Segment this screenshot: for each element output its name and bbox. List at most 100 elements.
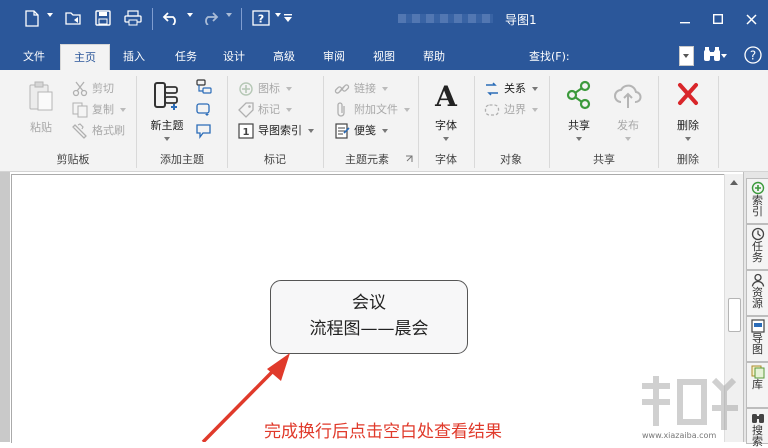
attach-file-button[interactable]: 附加文件 xyxy=(334,101,410,119)
scissors-icon xyxy=(72,81,88,97)
side-tab-search[interactable]: 搜索 xyxy=(746,408,768,448)
side-tab-task[interactable]: 任务 xyxy=(746,224,768,270)
watermark-logo xyxy=(642,376,738,430)
format-painter-label: 格式刷 xyxy=(92,124,125,137)
new-file-dropdown-icon[interactable] xyxy=(47,13,53,17)
sibling-topic-icon xyxy=(196,103,210,116)
new-file-icon[interactable] xyxy=(22,8,42,28)
tab-advanced[interactable]: 高级 xyxy=(264,47,304,70)
tag-icon xyxy=(238,102,254,118)
paste-button[interactable]: 粘贴 xyxy=(20,80,62,135)
new-topic-button[interactable]: 新主题 xyxy=(147,80,187,141)
map-index-dropdown-icon[interactable] xyxy=(308,129,314,133)
callout-topic-button[interactable] xyxy=(196,122,212,140)
subtopic-icon xyxy=(196,79,212,94)
title-bar: ? 导图1 xyxy=(0,0,768,40)
side-panel: 索引 任务 资源 导图 库 搜索 xyxy=(743,172,768,448)
undo-icon[interactable] xyxy=(160,8,182,28)
delete-button[interactable]: 删除 xyxy=(668,80,708,141)
copy-icon xyxy=(72,102,88,118)
new-topic-icon xyxy=(154,82,178,110)
side-tab-index[interactable]: 索引 xyxy=(746,178,768,224)
customize-toolbar-icon[interactable] xyxy=(282,8,294,28)
topic-line-2: 流程图——晨会 xyxy=(309,319,429,339)
note-icon xyxy=(335,123,350,139)
icon-marker-dropdown-icon[interactable] xyxy=(286,87,292,91)
font-button[interactable]: A 字体 xyxy=(424,80,468,141)
tab-insert[interactable]: 插入 xyxy=(114,47,154,70)
maximize-button[interactable] xyxy=(703,8,733,30)
cut-label: 剪切 xyxy=(92,82,114,95)
tab-help[interactable]: 帮助 xyxy=(414,47,454,70)
relationship-dropdown-icon[interactable] xyxy=(532,87,538,91)
help-icon[interactable]: ? xyxy=(250,8,272,28)
undo-dropdown-icon[interactable] xyxy=(187,13,193,17)
icon-marker-button[interactable]: 图标 xyxy=(238,80,292,98)
tab-review[interactable]: 审阅 xyxy=(314,47,354,70)
note-button[interactable]: 便笺 xyxy=(334,122,388,140)
publish-dropdown-icon[interactable] xyxy=(625,137,631,141)
attach-file-label: 附加文件 xyxy=(354,103,398,116)
redo-dropdown-icon[interactable] xyxy=(226,13,232,17)
save-icon[interactable] xyxy=(92,8,114,28)
open-file-icon[interactable] xyxy=(63,8,85,28)
help-dropdown-icon[interactable] xyxy=(275,13,281,17)
link-dropdown-icon[interactable] xyxy=(382,87,388,91)
print-icon[interactable] xyxy=(121,8,145,28)
new-topic-dropdown-icon[interactable] xyxy=(164,137,170,141)
group-label-topic-elements: 主题元素 xyxy=(345,153,389,166)
delete-dropdown-icon[interactable] xyxy=(685,137,691,141)
central-topic[interactable]: 会议 流程图——晨会 xyxy=(270,280,468,354)
scroll-thumb[interactable] xyxy=(728,298,741,332)
copy-button[interactable]: 复制 xyxy=(72,101,126,119)
group-label-delete: 删除 xyxy=(677,153,699,166)
map-index-label: 导图索引 xyxy=(258,124,302,137)
topic-elements-launcher-icon[interactable] xyxy=(405,153,413,166)
index-icon xyxy=(751,181,764,195)
copy-dropdown-icon[interactable] xyxy=(120,108,126,112)
cut-button[interactable]: 剪切 xyxy=(72,80,114,98)
publish-label: 发布 xyxy=(617,119,639,132)
find-input[interactable] xyxy=(679,46,694,66)
note-dropdown-icon[interactable] xyxy=(382,129,388,133)
delete-x-icon xyxy=(678,83,698,105)
group-separator xyxy=(474,76,475,168)
link-button[interactable]: 链接 xyxy=(334,80,388,98)
relationship-button[interactable]: 关系 xyxy=(484,80,538,98)
side-tab-index-label: 索引 xyxy=(752,194,763,218)
minimize-button[interactable] xyxy=(670,8,700,30)
side-tab-library[interactable]: 库 xyxy=(746,362,768,408)
font-label: 字体 xyxy=(435,119,457,132)
subtopic-button[interactable] xyxy=(196,78,212,96)
scroll-up-icon[interactable] xyxy=(730,180,738,185)
font-dropdown-icon[interactable] xyxy=(443,137,449,141)
help-question-icon[interactable]: ? xyxy=(742,45,764,65)
tab-file[interactable]: 文件 xyxy=(14,47,54,70)
share-button[interactable]: 共享 xyxy=(560,80,598,141)
watermark-text: www.xiazaiba.com xyxy=(642,431,717,440)
share-dropdown-icon[interactable] xyxy=(576,137,582,141)
find-dropdown-icon[interactable] xyxy=(683,54,689,58)
tab-view[interactable]: 视图 xyxy=(364,47,404,70)
side-tab-search-label: 搜索 xyxy=(752,424,763,448)
tag-dropdown-icon[interactable] xyxy=(286,108,292,112)
redo-icon[interactable] xyxy=(199,8,221,28)
boundary-button[interactable]: 边界 xyxy=(484,101,538,119)
find-options-dropdown-icon[interactable] xyxy=(721,54,727,58)
boundary-dropdown-icon[interactable] xyxy=(532,108,538,112)
publish-button[interactable]: 发布 xyxy=(608,80,648,141)
map-index-button[interactable]: 1 导图索引 xyxy=(238,122,314,140)
svg-text:1: 1 xyxy=(243,127,250,138)
format-painter-icon xyxy=(72,123,87,139)
tab-home[interactable]: 主页 xyxy=(60,44,110,71)
side-tab-resources[interactable]: 资源 xyxy=(746,270,768,316)
tab-design[interactable]: 设计 xyxy=(214,47,254,70)
sibling-topic-button[interactable] xyxy=(196,100,212,118)
side-tab-map[interactable]: 导图 xyxy=(746,316,768,362)
tag-button[interactable]: 标记 xyxy=(238,101,292,119)
close-button[interactable] xyxy=(736,8,766,30)
format-painter-button[interactable]: 格式刷 xyxy=(72,122,125,140)
group-label-clipboard: 剪贴板 xyxy=(56,153,90,166)
attach-file-dropdown-icon[interactable] xyxy=(404,108,410,112)
tab-task[interactable]: 任务 xyxy=(166,47,206,70)
